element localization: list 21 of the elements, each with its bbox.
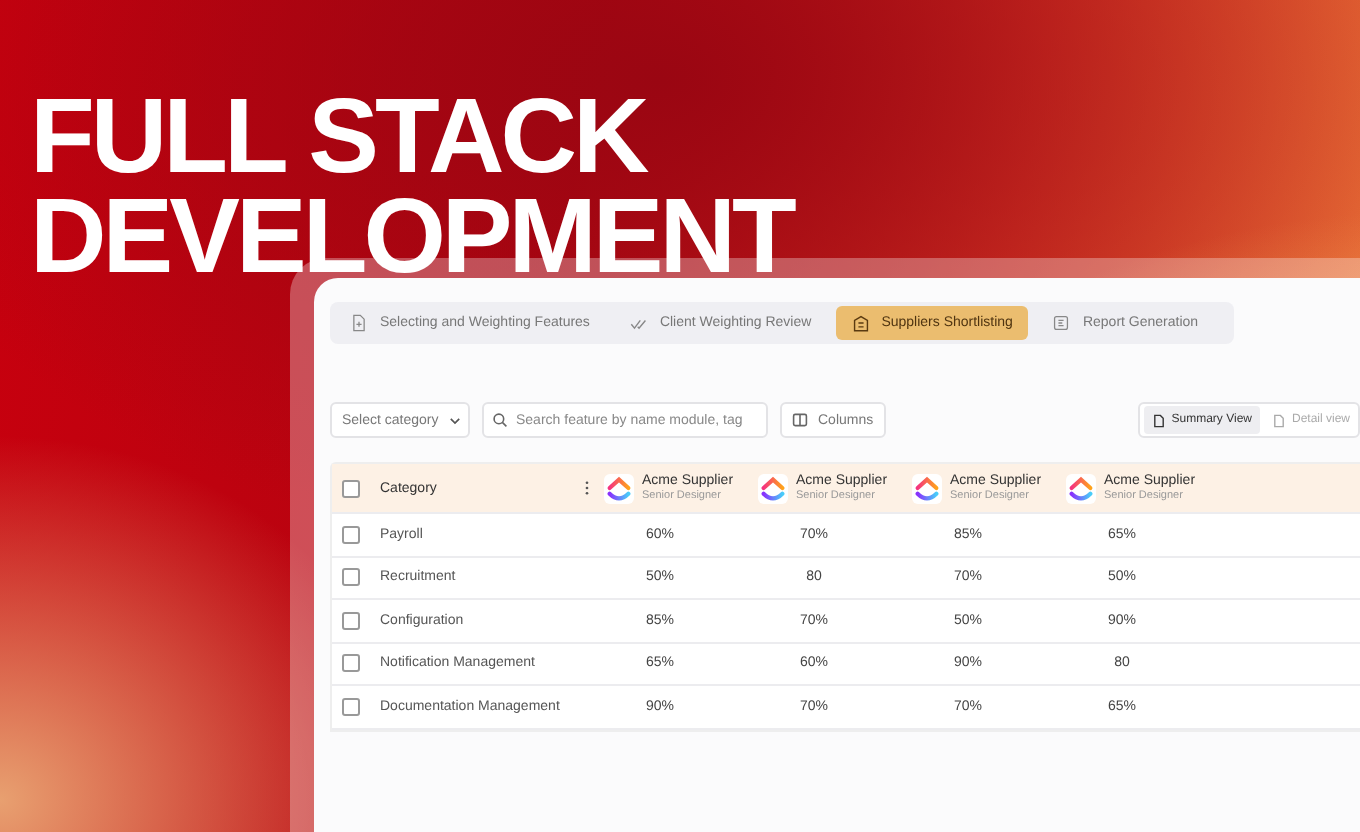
double-check-icon	[629, 314, 648, 332]
columns-icon	[792, 412, 808, 428]
checkbox[interactable]	[342, 525, 360, 544]
more-icon[interactable]	[583, 480, 589, 496]
checkbox[interactable]	[342, 611, 360, 630]
checkbox[interactable]	[342, 654, 360, 673]
checkbox[interactable]	[342, 479, 360, 497]
building-icon	[851, 314, 870, 332]
document-icon	[1151, 413, 1166, 427]
checkbox[interactable]	[342, 568, 360, 587]
headline-text: DEVELOPMENT	[30, 188, 793, 288]
document-icon	[1271, 413, 1286, 427]
report-icon	[1052, 314, 1071, 332]
document-icon	[350, 314, 368, 332]
checkbox[interactable]	[342, 697, 360, 716]
supplier-logo-icon	[1066, 473, 1096, 503]
headline-text: FULL STACK	[30, 88, 646, 188]
supplier-logo-icon	[912, 473, 942, 503]
chevron-down-icon	[448, 413, 463, 427]
supplier-logo-icon	[758, 473, 788, 503]
supplier-logo-icon	[604, 473, 634, 503]
